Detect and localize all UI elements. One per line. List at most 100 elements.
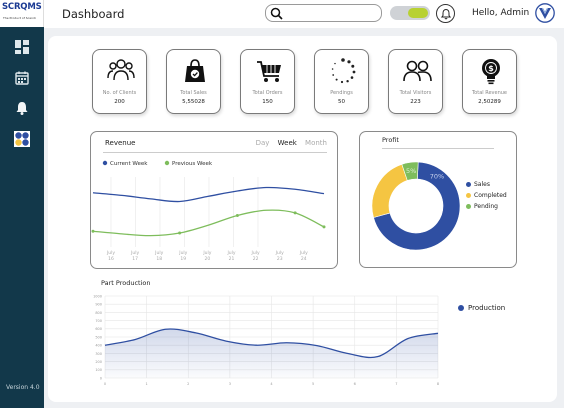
apps-icon bbox=[14, 131, 30, 147]
legend-dot bbox=[466, 204, 471, 209]
sidebar-item-dashboard[interactable] bbox=[14, 39, 30, 55]
profit-panel: Profit 70% 5% Sales Completed Pending bbox=[359, 131, 517, 268]
data-point bbox=[235, 214, 239, 217]
main-content: No. of Clients 200 Total Sales 5,55028 T… bbox=[48, 36, 557, 402]
legend-dot bbox=[102, 160, 108, 166]
stat-card-orders[interactable]: Total Orders 150 bbox=[240, 49, 295, 114]
data-point bbox=[91, 229, 95, 233]
bell-icon bbox=[16, 102, 28, 115]
x-tick-label: July bbox=[130, 250, 139, 256]
y-tick-label: 1000 bbox=[93, 294, 102, 298]
x-tick-label: July bbox=[226, 250, 235, 256]
sidebar-item-notifications[interactable] bbox=[14, 100, 30, 116]
greeting-text: Hello, Admin bbox=[472, 8, 530, 18]
legend-dot bbox=[458, 305, 464, 311]
x-tick-label: 20 bbox=[205, 256, 211, 262]
production-title: Part Production bbox=[101, 279, 151, 287]
y-tick-label: 700 bbox=[95, 319, 102, 323]
data-point bbox=[178, 231, 182, 235]
legend-label: Current Week bbox=[110, 161, 148, 167]
brand-tagline: The Product of Scandi bbox=[3, 16, 36, 20]
y-tick-label: 200 bbox=[95, 360, 102, 364]
data-point bbox=[293, 211, 297, 215]
x-tick-label: 8 bbox=[437, 382, 439, 386]
stat-label: Total Visitors bbox=[399, 90, 432, 96]
legend-label: Pending bbox=[474, 203, 498, 210]
legend-label: Previous Week bbox=[172, 161, 213, 167]
profit-donut-chart: 70% 5% bbox=[371, 161, 461, 251]
y-tick-label: 600 bbox=[95, 327, 102, 331]
x-tick-label: 2 bbox=[187, 382, 189, 386]
legend-dot bbox=[466, 193, 471, 198]
x-tick-label: July bbox=[251, 250, 260, 256]
x-tick-label: 18 bbox=[156, 256, 162, 262]
legend-dot bbox=[164, 160, 170, 166]
stat-card-pendings[interactable]: Pendings 50 bbox=[314, 49, 369, 114]
slice-label: 5% bbox=[406, 167, 416, 175]
stat-value: 200 bbox=[114, 99, 125, 105]
y-tick-label: 300 bbox=[95, 352, 102, 356]
x-tick-label: 1 bbox=[146, 382, 148, 386]
cart-icon bbox=[257, 61, 281, 82]
toggle-knob bbox=[408, 8, 428, 18]
dashboard-icon bbox=[15, 40, 29, 54]
stat-label: Pendings bbox=[330, 90, 353, 96]
profit-title: Profit bbox=[382, 136, 399, 144]
production-legend: Production bbox=[458, 304, 505, 312]
revenue-chart: Current Week Previous WeekJuly16July17Jul… bbox=[91, 160, 326, 262]
x-tick-label: 24 bbox=[301, 256, 307, 262]
x-tick-label: 17 bbox=[132, 256, 138, 262]
y-tick-label: 800 bbox=[95, 311, 102, 315]
legend-sales: Sales bbox=[466, 181, 490, 188]
y-tick-label: 500 bbox=[95, 335, 102, 339]
notifications-button[interactable] bbox=[436, 4, 455, 23]
legend-dot bbox=[466, 182, 471, 187]
top-bar: Dashboard Hello, Admin bbox=[44, 0, 564, 28]
y-tick-label: 100 bbox=[95, 368, 102, 372]
stat-label: No. of Clients bbox=[102, 90, 137, 96]
stat-card-clients[interactable]: No. of Clients 200 bbox=[92, 49, 147, 114]
profit-divider bbox=[382, 148, 494, 149]
y-tick-label: 0 bbox=[100, 376, 102, 380]
stat-label: Total Orders bbox=[252, 90, 283, 96]
theme-toggle[interactable] bbox=[390, 6, 430, 20]
stat-value: 50 bbox=[338, 99, 345, 105]
y-tick-label: 400 bbox=[95, 344, 102, 348]
y-tick-label: 900 bbox=[95, 303, 102, 307]
series-line-previous-week bbox=[92, 209, 325, 237]
bell-icon bbox=[440, 9, 452, 20]
sidebar: SCRQMS The Product of Scandi Version 4.0 bbox=[0, 0, 44, 408]
x-tick-label: July bbox=[154, 250, 163, 256]
stat-value: 2,50289 bbox=[478, 99, 501, 105]
logo[interactable]: SCRQMS The Product of Scandi bbox=[0, 0, 44, 27]
x-tick-label: 16 bbox=[108, 256, 114, 262]
slice-label: 70% bbox=[430, 173, 444, 181]
x-tick-label: 6 bbox=[354, 382, 356, 386]
version-label: Version 4.0 bbox=[6, 384, 40, 391]
x-tick-label: July bbox=[106, 250, 115, 256]
x-tick-label: July bbox=[299, 250, 308, 256]
users-icon bbox=[107, 59, 135, 81]
stat-card-visitors[interactable]: Total Visitors 223 bbox=[388, 49, 443, 114]
stat-label: Total Sales bbox=[180, 90, 207, 96]
sidebar-item-apps[interactable] bbox=[14, 131, 30, 147]
sidebar-item-calendar[interactable] bbox=[14, 70, 30, 86]
stat-value: 223 bbox=[410, 99, 421, 105]
x-tick-label: 7 bbox=[395, 382, 397, 386]
series-line-current-week bbox=[92, 186, 325, 203]
x-tick-label: 21 bbox=[229, 256, 235, 262]
stat-card-sales[interactable]: Total Sales 5,55028 bbox=[166, 49, 221, 114]
stat-card-revenue[interactable]: $ Total Revenue 2,50289 bbox=[462, 49, 517, 114]
x-tick-label: 22 bbox=[253, 256, 259, 262]
search-input[interactable] bbox=[265, 4, 382, 22]
legend-completed: Completed bbox=[466, 192, 507, 199]
visitors-icon bbox=[403, 60, 432, 82]
legend-pending: Pending bbox=[466, 203, 498, 210]
x-tick-label: July bbox=[202, 250, 211, 256]
search-icon bbox=[270, 7, 283, 20]
avatar[interactable] bbox=[535, 3, 555, 23]
x-tick-label: 3 bbox=[229, 382, 231, 386]
x-tick-label: 4 bbox=[270, 382, 273, 386]
x-tick-label: 0 bbox=[104, 382, 106, 386]
calendar-icon bbox=[15, 71, 29, 85]
